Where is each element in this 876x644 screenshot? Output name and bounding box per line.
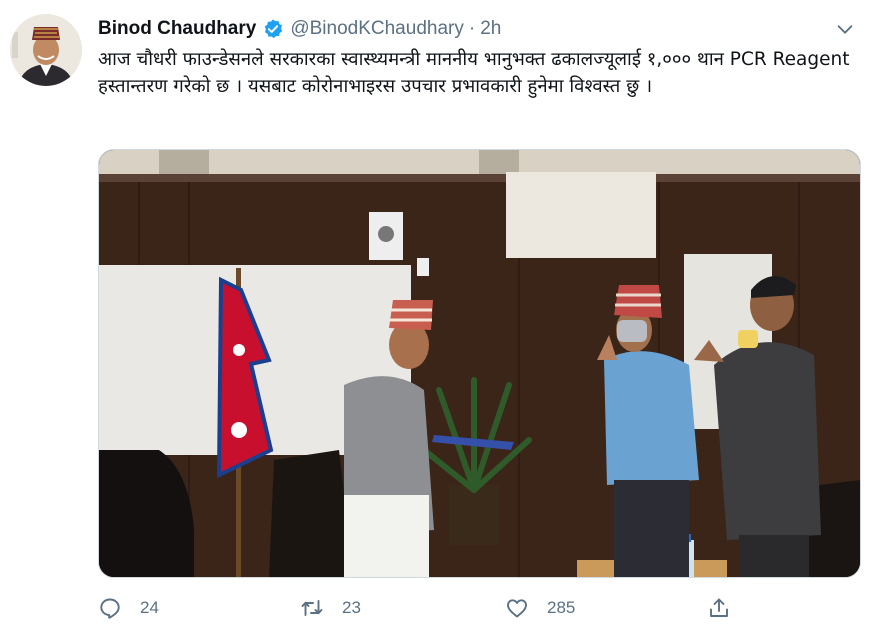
tweet: Binod Chaudhary @BinodKChaudhary · 2h आज… xyxy=(0,0,876,644)
separator-dot: · xyxy=(468,18,476,39)
reply-button[interactable]: 24 xyxy=(98,592,159,624)
avatar[interactable] xyxy=(10,14,82,86)
like-count: 285 xyxy=(547,598,576,617)
reply-count: 24 xyxy=(140,598,159,617)
author-name[interactable]: Binod Chaudhary xyxy=(98,18,256,40)
retweet-count: 23 xyxy=(342,598,361,617)
reply-icon xyxy=(100,598,120,619)
chevron-down-icon[interactable] xyxy=(834,18,856,40)
author-handle[interactable]: @BinodKChaudhary xyxy=(290,18,464,40)
verified-badge-icon xyxy=(265,19,283,39)
tweet-photo[interactable] xyxy=(98,149,861,578)
tweet-header: Binod Chaudhary @BinodKChaudhary · 2h xyxy=(98,16,856,42)
retweet-button[interactable]: 23 xyxy=(300,592,361,624)
like-icon xyxy=(507,599,527,618)
share-icon xyxy=(710,598,728,617)
like-button[interactable]: 285 xyxy=(505,592,575,624)
share-button[interactable] xyxy=(707,592,731,624)
tweet-actions: 24 23 285 xyxy=(98,592,778,624)
tweet-time[interactable]: 2h xyxy=(480,18,501,40)
retweet-icon xyxy=(301,600,323,616)
tweet-text: आज चौधरी फाउन्डेसनले सरकारका स्वास्थ्यमन… xyxy=(98,49,850,97)
